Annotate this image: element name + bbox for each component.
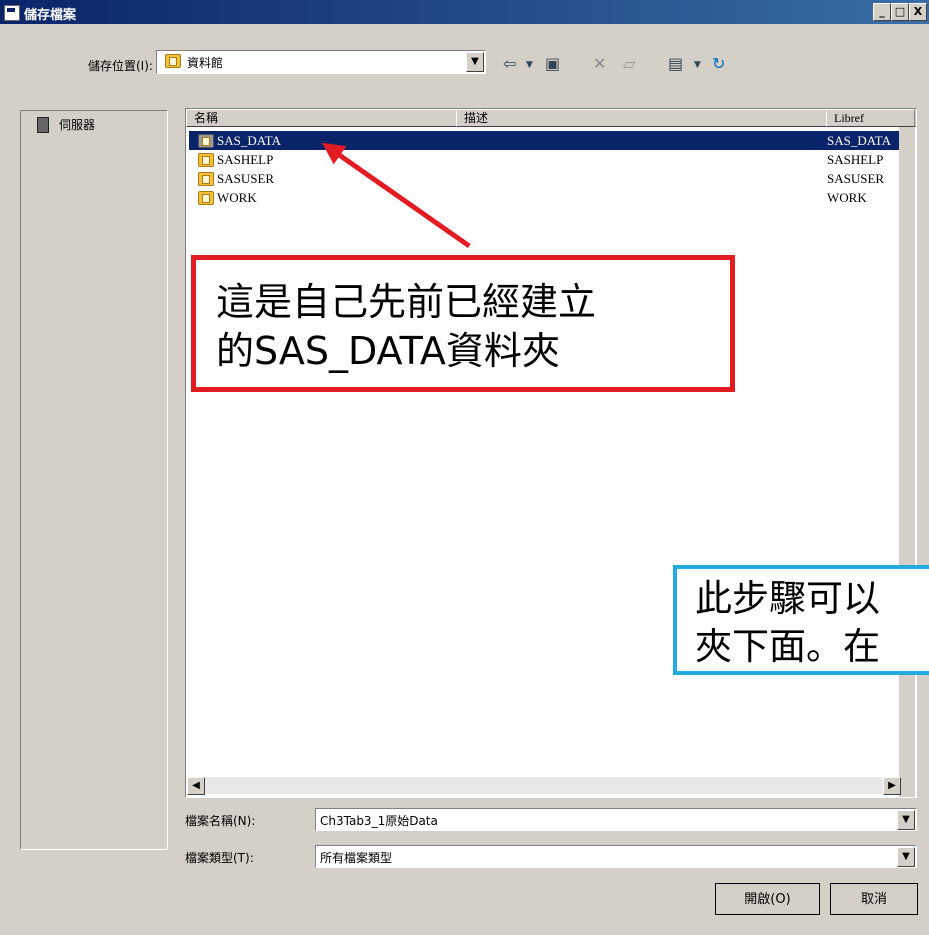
library-libref: WORK <box>827 190 867 205</box>
save-disk-icon <box>4 5 20 21</box>
save-location-value: 資料館 <box>187 56 224 70</box>
filetype-value: 所有檔案類型 <box>320 851 393 865</box>
vertical-scrollbar[interactable] <box>899 127 915 797</box>
scroll-right-icon[interactable]: ▶ <box>883 777 901 795</box>
red-callout: 這是自己先前已經建立 的SAS_DATA資料夾 <box>191 255 735 392</box>
list-item-sashelp[interactable]: SASHELP SASHELP <box>189 150 914 169</box>
library-name: SASHELP <box>217 152 274 167</box>
server-icon <box>37 117 49 133</box>
red-callout-line-1: 這是自己先前已經建立 <box>216 280 597 324</box>
library-libref: SASUSER <box>827 171 885 186</box>
title-bar: 儲存檔案 _ □ X <box>0 0 929 24</box>
blue-callout: 此步驟可以 夾下面。在 <box>673 565 929 675</box>
filetype-dropdown-icon[interactable]: ▼ <box>897 847 915 867</box>
filename-dropdown-icon[interactable]: ▼ <box>897 810 915 830</box>
view-menu-icon[interactable]: ▤ <box>668 54 683 76</box>
file-list: 名稱 描述 Libref SAS_DATA SAS_DATA SASHELP S… <box>185 108 917 798</box>
list-item-sasuser[interactable]: SASUSER SASUSER <box>189 169 914 188</box>
new-folder-icon[interactable]: ▱ <box>623 54 635 76</box>
cancel-button[interactable]: 取消 <box>830 883 918 915</box>
up-folder-icon[interactable]: ▣ <box>545 54 560 76</box>
blue-callout-line-2: 夾下面。在 <box>695 625 880 668</box>
library-folder-icon <box>165 54 181 68</box>
minimize-button[interactable]: _ <box>873 3 891 21</box>
column-libref[interactable]: Libref <box>826 109 915 127</box>
library-name: SAS_DATA <box>217 133 281 148</box>
library-name: WORK <box>217 190 257 205</box>
view-dropdown-icon[interactable]: ▼ <box>694 60 701 82</box>
delete-icon[interactable]: ✕ <box>593 54 606 76</box>
list-header: 名稱 描述 Libref <box>186 109 916 127</box>
list-item-sas-data[interactable]: SAS_DATA SAS_DATA <box>189 131 914 150</box>
dialog-title: 儲存檔案 <box>24 8 77 23</box>
filename-input[interactable]: Ch3Tab3_1原始Data ▼ <box>315 808 917 831</box>
back-dropdown-icon[interactable]: ▼ <box>526 60 533 82</box>
refresh-icon[interactable]: ↻ <box>712 54 725 76</box>
blue-callout-line-1: 此步驟可以 <box>695 577 880 620</box>
save-file-dialog: 儲存檔案 _ □ X 儲存位置(I): 資料館 ▼ ⇦ ▼ ▣ ✕ ▱ ▤ ▼ … <box>0 0 929 935</box>
library-icon <box>198 134 214 148</box>
close-button[interactable]: X <box>909 3 927 21</box>
scroll-left-icon[interactable]: ◀ <box>187 777 205 795</box>
open-button[interactable]: 開啟(O) <box>715 883 820 915</box>
library-libref: SAS_DATA <box>827 133 891 148</box>
filename-value: Ch3Tab3_1原始Data <box>320 814 438 828</box>
library-libref: SASHELP <box>827 152 884 167</box>
sidebar-item-server[interactable]: 伺服器 <box>59 116 95 133</box>
filename-label: 檔案名稱(N): <box>185 814 256 828</box>
places-sidebar: 伺服器 <box>20 110 168 850</box>
horizontal-scrollbar[interactable]: ◀ ▶ <box>187 777 901 795</box>
save-in-label: 儲存位置(I): <box>88 59 153 73</box>
back-icon[interactable]: ⇦ <box>503 54 516 76</box>
library-icon <box>198 191 214 205</box>
list-item-work[interactable]: WORK WORK <box>189 188 914 207</box>
filetype-select[interactable]: 所有檔案類型 ▼ <box>315 845 917 868</box>
library-name: SASUSER <box>217 171 275 186</box>
maximize-button[interactable]: □ <box>891 3 909 21</box>
column-name[interactable]: 名稱 <box>186 109 457 127</box>
filetype-label: 檔案類型(T): <box>185 851 254 865</box>
library-icon <box>198 153 214 167</box>
save-location-combo[interactable]: 資料館 ▼ <box>156 50 486 74</box>
red-callout-line-2: 的SAS_DATA資料夾 <box>216 329 560 373</box>
library-icon <box>198 172 214 186</box>
column-description[interactable]: 描述 <box>456 109 827 127</box>
chevron-down-icon[interactable]: ▼ <box>466 52 484 72</box>
